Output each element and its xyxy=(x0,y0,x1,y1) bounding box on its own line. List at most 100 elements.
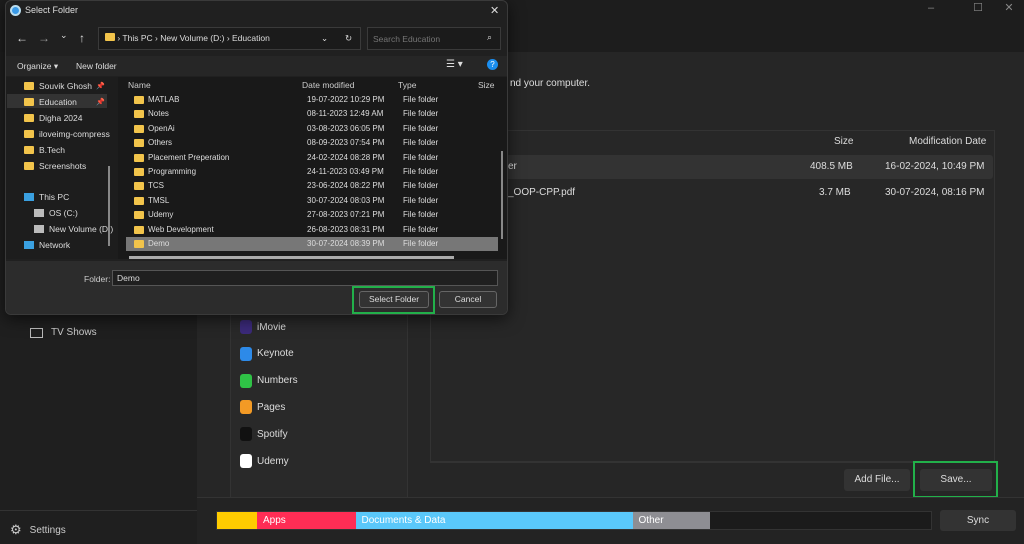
add-file-button[interactable]: Add File... xyxy=(844,469,910,491)
nav-item[interactable]: Education 📌 xyxy=(24,97,105,107)
search-icon: ⌕ xyxy=(487,32,493,42)
file-row[interactable]: MATLAB 19-07-2022 10:29 PM File folder xyxy=(126,93,498,107)
pin-icon: 📌 xyxy=(96,99,105,106)
minimize-button[interactable]: – xyxy=(916,2,946,14)
save-button[interactable]: Save... xyxy=(920,469,992,491)
nav-item[interactable]: Digha 2024 xyxy=(24,113,82,123)
storage-segment xyxy=(217,512,257,529)
col-name[interactable]: Name xyxy=(128,80,151,90)
folder-label: Folder: xyxy=(84,274,111,284)
sidebar-item-settings[interactable]: ⚙ Settings xyxy=(10,522,66,538)
select-folder-dialog: Select Folder ✕ ← → ⌄ ↑ › This PC › New … xyxy=(5,0,508,315)
app-item-keynote[interactable]: Keynote xyxy=(240,346,294,361)
drive-icon xyxy=(34,225,44,233)
folder-icon xyxy=(24,82,34,90)
folder-icon xyxy=(134,225,144,234)
folder-icon xyxy=(105,33,115,41)
folder-icon xyxy=(24,130,34,138)
file-row[interactable]: OpenAi 03-08-2023 06:05 PM File folder xyxy=(126,122,498,136)
nav-this-pc[interactable]: This PC xyxy=(24,192,69,202)
nav-item[interactable]: iloveimg-compress xyxy=(24,129,110,139)
chevron-down-icon[interactable]: ⌄ xyxy=(321,28,328,49)
storage-segment: Documents & Data xyxy=(355,512,633,529)
app-item-udemy[interactable]: Udemy xyxy=(240,454,289,468)
file-table xyxy=(430,130,995,462)
sidebar-item-tv-shows[interactable]: TV Shows xyxy=(30,327,97,338)
horizontal-scrollbar[interactable] xyxy=(129,256,454,259)
app-item-spotify[interactable]: Spotify xyxy=(240,427,288,442)
file-row[interactable]: Notes 08-11-2023 12:49 AM File folder xyxy=(126,107,498,121)
cancel-button[interactable]: Cancel xyxy=(439,291,497,308)
nav-item[interactable]: Souvik Ghosh 📌 xyxy=(24,81,105,91)
folder-input[interactable] xyxy=(112,270,498,286)
dialog-title: Select Folder xyxy=(25,5,79,15)
storage-bar: Apps Documents & Data Other xyxy=(216,511,932,530)
description-text: nd your computer. xyxy=(510,78,591,89)
refresh-icon[interactable]: ↻ xyxy=(345,28,352,49)
back-icon[interactable]: ← xyxy=(16,31,28,45)
file-row[interactable]: Programming 24-11-2023 03:49 PM File folde… xyxy=(126,165,498,179)
udemy-icon xyxy=(240,454,252,468)
gear-icon: ⚙ xyxy=(10,522,22,537)
tv-icon xyxy=(30,327,43,338)
spotify-icon xyxy=(240,427,252,442)
nav-drive-c[interactable]: OS (C:) xyxy=(34,208,78,218)
recent-chevron-icon[interactable]: ⌄ xyxy=(60,30,68,41)
table-row[interactable]: er 408.5 MB 16-02-2024, 10:49 PM xyxy=(432,155,993,179)
view-options-icon[interactable]: ☰ ▾ xyxy=(446,59,463,70)
forward-icon[interactable]: → xyxy=(38,31,50,45)
dialog-close-icon[interactable]: ✕ xyxy=(490,4,499,17)
file-row[interactable]: TMSL 30-07-2024 08:03 PM File folder xyxy=(126,194,498,208)
file-row[interactable]: Demo 30-07-2024 08:39 PM File folder xyxy=(126,237,498,251)
search-input[interactable] xyxy=(367,27,501,50)
col-date-modified[interactable]: Date modified xyxy=(302,80,354,90)
folder-icon xyxy=(134,211,144,220)
nav-item[interactable]: Screenshots xyxy=(24,161,86,171)
file-row[interactable]: Others 08-09-2023 07:54 PM File folder xyxy=(126,136,498,150)
folder-icon xyxy=(134,182,144,191)
file-row[interactable]: Placement Preperation 24-02-2024 08:28 PM… xyxy=(126,151,498,165)
file-row[interactable]: Web Development 26-08-2023 08:31 PM File f… xyxy=(126,223,498,237)
storage-segment: Apps xyxy=(256,512,356,529)
select-folder-button[interactable]: Select Folder xyxy=(359,291,429,308)
folder-icon xyxy=(134,240,144,248)
folder-icon xyxy=(24,162,34,170)
nav-scrollbar[interactable] xyxy=(108,166,110,246)
computer-icon xyxy=(24,193,34,201)
folder-icon xyxy=(134,124,144,133)
file-row[interactable]: Udemy 27-08-2023 07:21 PM File folder xyxy=(126,208,498,222)
maximize-button[interactable]: ☐ xyxy=(963,2,993,14)
vertical-scrollbar[interactable] xyxy=(501,151,503,239)
nav-network[interactable]: Network xyxy=(24,240,70,250)
app-item-numbers[interactable]: Numbers xyxy=(240,373,298,388)
folder-icon xyxy=(24,98,34,106)
help-icon[interactable]: ? xyxy=(487,59,498,70)
nav-drive-d[interactable]: New Volume (D:) xyxy=(34,224,113,234)
folder-icon xyxy=(24,146,34,154)
up-icon[interactable]: ↑ xyxy=(79,31,85,45)
imovie-icon xyxy=(240,320,252,334)
new-folder-button[interactable]: New folder xyxy=(76,61,117,71)
address-bar[interactable]: › This PC › New Volume (D:) › Education … xyxy=(98,27,361,50)
col-size[interactable]: Size xyxy=(478,80,495,90)
keynote-icon xyxy=(240,346,252,361)
col-type[interactable]: Type xyxy=(398,80,416,90)
table-row[interactable]: _OOP-CPP.pdf 3.7 MB 30-07-2024, 08:16 PM xyxy=(432,181,993,205)
folder-icon xyxy=(134,196,144,205)
drive-icon xyxy=(34,209,44,217)
folder-icon xyxy=(24,114,34,122)
app-icon xyxy=(10,5,21,16)
folder-icon xyxy=(134,168,144,176)
sync-button[interactable]: Sync xyxy=(940,510,1016,531)
folder-icon xyxy=(134,153,144,162)
nav-item[interactable]: B.Tech xyxy=(24,145,65,155)
pin-icon: 📌 xyxy=(96,83,105,90)
folder-icon xyxy=(134,139,144,148)
network-icon xyxy=(24,241,34,249)
organize-menu[interactable]: Organize ▾ xyxy=(17,61,58,72)
app-item-imovie[interactable]: iMovie xyxy=(240,320,286,334)
app-item-pages[interactable]: Pages xyxy=(240,400,285,415)
folder-icon xyxy=(134,96,144,104)
file-row[interactable]: TCS 23-06-2024 08:22 PM File folder xyxy=(126,179,498,193)
close-button[interactable]: ✕ xyxy=(994,2,1024,14)
